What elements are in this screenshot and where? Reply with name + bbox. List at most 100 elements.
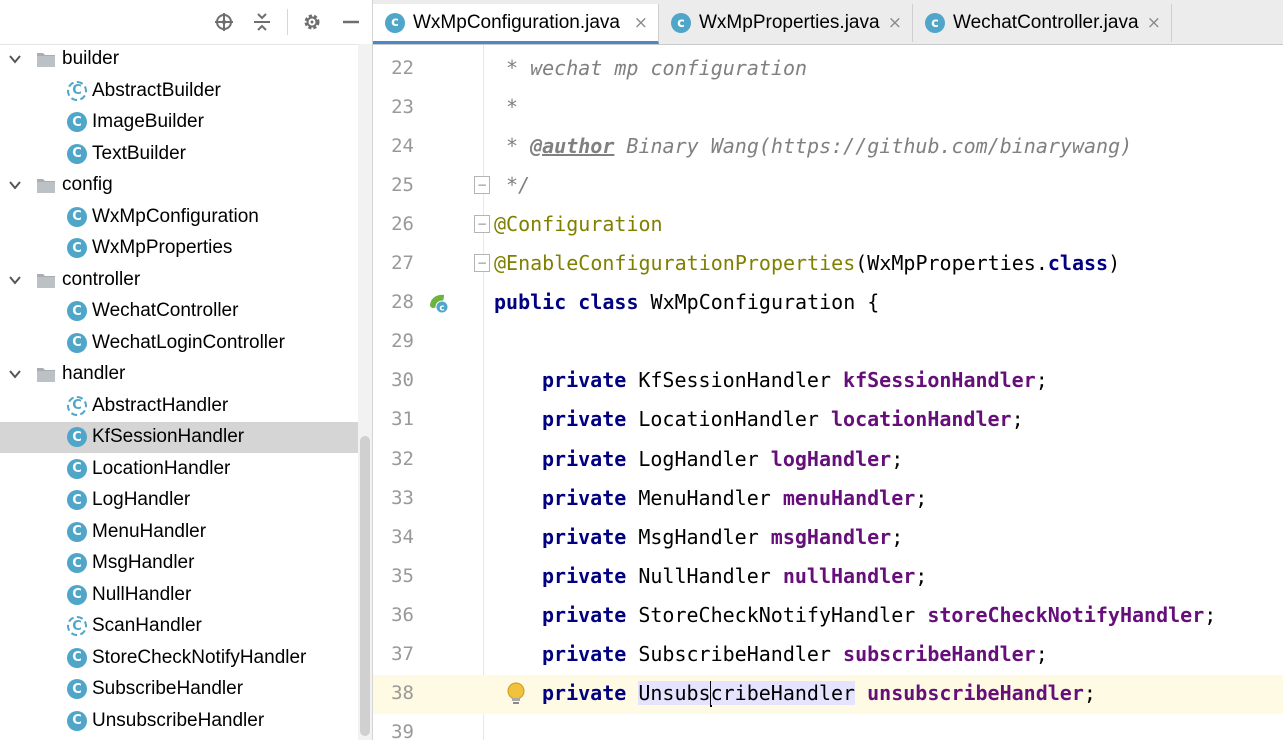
- code-line[interactable]: 39: [373, 714, 1283, 740]
- code-token: LogHandler: [638, 446, 771, 471]
- code-line[interactable]: 28 c public class WxMpConfiguration {: [373, 284, 1283, 323]
- tab-wechatcontroller[interactable]: c WechatController.java ×: [913, 4, 1172, 42]
- code-line[interactable]: 36 private StoreCheckNotifyHandler storeC…: [373, 597, 1283, 636]
- class-icon: C: [67, 647, 87, 668]
- code-editor[interactable]: 22 * wechat mp configuration 23 * 24 * @autho…: [373, 45, 1283, 740]
- close-icon[interactable]: ×: [634, 13, 648, 33]
- code-line[interactable]: 27 − @EnableConfigurationProperties(WxMpPr…: [373, 245, 1283, 284]
- code-text: @EnableConfigurationProperties(WxMpPrope…: [494, 251, 1120, 275]
- tree-class-label: StoreCheckNotifyHandler: [92, 646, 307, 668]
- tree-folder-row[interactable]: handler: [0, 359, 358, 390]
- tree-class-row[interactable]: C WxMpProperties: [0, 233, 358, 264]
- line-number: 39: [391, 720, 414, 740]
- project-scrollbar-thumb[interactable]: [360, 436, 370, 736]
- code-token: private: [542, 602, 639, 627]
- tree-class-row[interactable]: C AbstractHandler: [0, 391, 358, 422]
- code-token: ;: [915, 485, 928, 510]
- code-line[interactable]: 23 *: [373, 89, 1283, 128]
- tree-class-label: AbstractBuilder: [92, 79, 221, 101]
- tab-wxmpproperties[interactable]: c WxMpProperties.java ×: [659, 4, 913, 42]
- tree-folder-row[interactable]: config: [0, 170, 358, 201]
- code-token: *: [506, 134, 531, 159]
- tree-class-row[interactable]: C UnsubscribeHandler: [0, 706, 358, 737]
- code-line[interactable]: 32 private LogHandler logHandler;: [373, 441, 1283, 480]
- tab-wxmpconfiguration[interactable]: c WxMpConfiguration.java ×: [373, 4, 659, 44]
- code-token: NullHandler: [638, 563, 783, 588]
- code-token: *: [506, 95, 519, 120]
- spring-bean-icon[interactable]: c: [427, 292, 449, 314]
- tree-class-row[interactable]: C LocationHandler: [0, 454, 358, 485]
- code-line[interactable]: 30 private KfSessionHandler kfSessionHand…: [373, 362, 1283, 401]
- tree-class-row[interactable]: C KfSessionHandler: [0, 422, 358, 453]
- tree-class-row[interactable]: C MsgHandler: [0, 548, 358, 579]
- class-icon: C: [67, 458, 87, 479]
- code-line[interactable]: 26 − @Configuration: [373, 206, 1283, 245]
- tree-folder-row[interactable]: builder: [0, 44, 358, 75]
- tree-folder-row[interactable]: controller: [0, 265, 358, 296]
- code-token: MenuHandler: [638, 485, 783, 510]
- code-token: @Configuration: [494, 212, 663, 237]
- code-line[interactable]: 38 private UnsubscribeHandler unsubscribe…: [373, 674, 1283, 714]
- code-token: logHandler: [770, 446, 892, 471]
- code-token: @EnableConfigurationProperties: [494, 251, 856, 276]
- lightbulb-icon[interactable]: [505, 681, 527, 707]
- tree-class-row[interactable]: C TextBuilder: [0, 139, 358, 170]
- tree-class-row[interactable]: C AbstractBuilder: [0, 76, 358, 107]
- line-number: 28: [391, 291, 414, 314]
- tree-class-label: LogHandler: [92, 489, 191, 510]
- close-icon[interactable]: ×: [888, 13, 902, 33]
- code-token: wechat mp configuration: [530, 56, 808, 80]
- class-icon: C: [67, 143, 87, 164]
- tab-label: WxMpProperties.java: [699, 12, 880, 33]
- tree-class-row[interactable]: C WechatLoginController: [0, 328, 358, 359]
- code-line[interactable]: 34 private MsgHandler msgHandler;: [373, 519, 1283, 558]
- tree-class-row[interactable]: C WxMpConfiguration: [0, 202, 358, 233]
- close-icon[interactable]: ×: [1147, 13, 1161, 33]
- abstract-class-icon: C: [67, 80, 87, 101]
- code-token: @author: [530, 134, 615, 159]
- minimize-icon[interactable]: [339, 10, 363, 34]
- code-line[interactable]: 33 private MenuHandler menuHandler;: [373, 480, 1283, 519]
- code-token: Binary Wang(https://github.com/binarywan…: [614, 134, 1133, 159]
- collapse-all-icon[interactable]: [250, 10, 274, 34]
- code-line[interactable]: 31 private LocationHandler locationHandle…: [373, 401, 1283, 440]
- tree-class-row[interactable]: C ScanHandler: [0, 611, 358, 642]
- code-token: ;: [891, 446, 904, 471]
- fold-marker-icon[interactable]: −: [474, 254, 490, 273]
- abstract-class-icon: C: [67, 395, 87, 416]
- chevron-down-icon[interactable]: [4, 174, 26, 196]
- code-line[interactable]: 25 − */: [373, 167, 1283, 206]
- tree-class-row[interactable]: C MenuHandler: [0, 517, 358, 548]
- tree-class-row[interactable]: C StoreCheckNotifyHandler: [0, 643, 358, 674]
- gear-icon[interactable]: [300, 10, 324, 34]
- code-text: *: [506, 95, 518, 119]
- tree-class-label: NullHandler: [92, 583, 192, 605]
- code-line[interactable]: 29: [373, 323, 1283, 362]
- tree-class-label: WxMpProperties: [92, 237, 233, 258]
- tree-class-row[interactable]: C SubscribeHandler: [0, 674, 358, 705]
- fold-marker-icon[interactable]: −: [474, 215, 490, 234]
- tree-class-row[interactable]: C ImageBuilder: [0, 107, 358, 138]
- code-token: private: [542, 368, 639, 393]
- chevron-down-icon[interactable]: [4, 269, 26, 291]
- chevron-down-icon[interactable]: [4, 363, 26, 385]
- tree-class-row[interactable]: C LogHandler: [0, 485, 358, 516]
- code-line[interactable]: 37 private SubscribeHandler subscribeHand…: [373, 636, 1283, 675]
- class-icon: C: [67, 112, 87, 132]
- tree-class-row[interactable]: C WechatController: [0, 296, 358, 327]
- code-text: private SubscribeHandler subscribeHandle…: [542, 642, 1048, 666]
- code-line[interactable]: 22 * wechat mp configuration: [373, 50, 1283, 89]
- crosshair-icon[interactable]: [212, 10, 236, 34]
- tree-class-row[interactable]: C NullHandler: [0, 580, 358, 611]
- code-token: ;: [1011, 407, 1024, 432]
- code-line[interactable]: 24 * @author Binary Wang(https://github.c…: [373, 128, 1283, 167]
- code-line[interactable]: 35 private NullHandler nullHandler;: [373, 558, 1283, 597]
- code-token: SubscribeHandler: [638, 641, 844, 666]
- project-scrollbar[interactable]: [358, 44, 372, 740]
- tree-class-label: TextBuilder: [92, 142, 186, 164]
- code-token: ;: [1204, 602, 1217, 627]
- chevron-down-icon[interactable]: [4, 48, 26, 70]
- code-text: private KfSessionHandler kfSessionHandle…: [542, 368, 1048, 392]
- code-token: private: [542, 407, 639, 432]
- fold-marker-icon[interactable]: −: [474, 176, 490, 195]
